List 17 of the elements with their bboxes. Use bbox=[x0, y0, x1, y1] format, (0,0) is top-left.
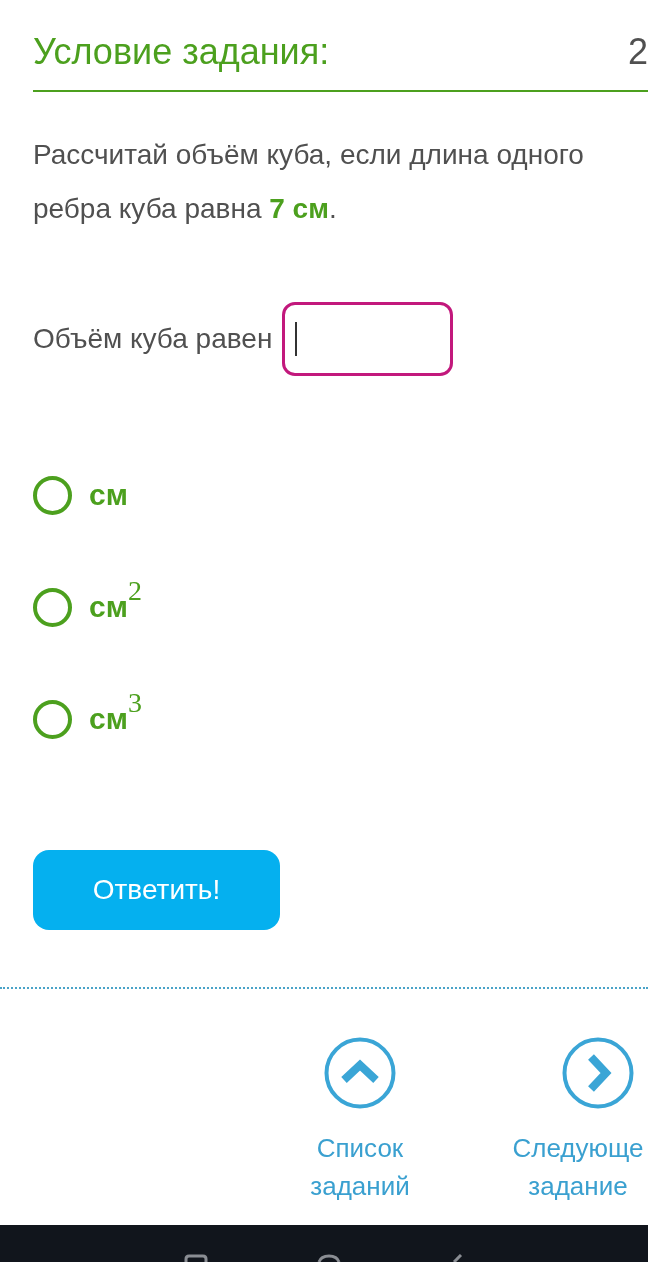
chevron-right-circle-icon bbox=[562, 1037, 634, 1109]
radio-button[interactable] bbox=[33, 699, 72, 739]
task-number: 2 bbox=[627, 30, 648, 74]
submit-button[interactable]: Ответить! bbox=[33, 850, 280, 930]
answer-field[interactable] bbox=[282, 302, 454, 376]
task-text: Рассчитай объём куба, если длина одного ребра куба равна 7 см. bbox=[33, 138, 585, 226]
answer-prompt: Объём куба равен bbox=[33, 322, 273, 356]
option-label: см bbox=[89, 477, 128, 513]
text-cursor bbox=[295, 322, 298, 356]
radio-button[interactable] bbox=[33, 587, 72, 627]
radio-button[interactable] bbox=[33, 475, 72, 515]
chevron-up-circle-icon bbox=[324, 1037, 396, 1109]
section-title: Условие задания: bbox=[33, 30, 330, 74]
next-task-link[interactable]: Следующе задание bbox=[508, 1037, 648, 1205]
home-icon[interactable] bbox=[317, 1254, 341, 1262]
task-list-link[interactable]: Список заданий bbox=[285, 1037, 435, 1205]
recent-apps-icon[interactable] bbox=[184, 1254, 209, 1262]
